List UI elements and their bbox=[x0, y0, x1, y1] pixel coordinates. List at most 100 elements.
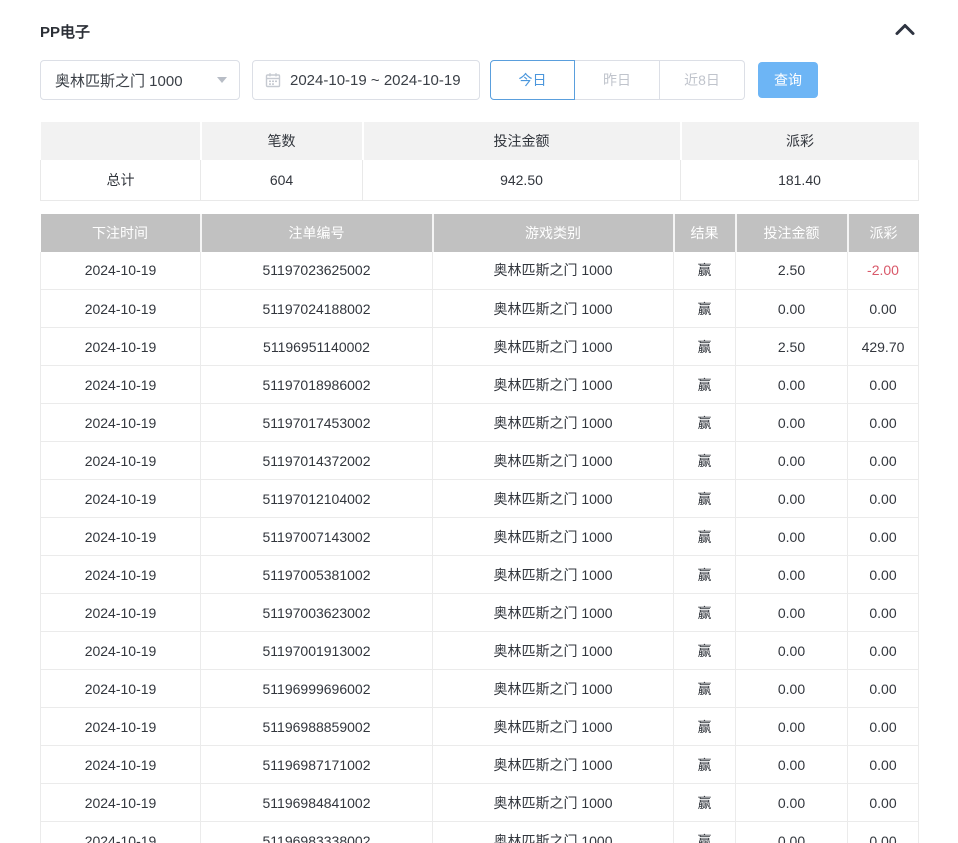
game-select[interactable]: 奥林匹斯之门 1000 bbox=[40, 60, 240, 100]
table-row: 2024-10-1951197003623002奥林匹斯之门 1000赢0.00… bbox=[41, 594, 919, 632]
summary-col-header-2: 投注金额 bbox=[363, 122, 681, 160]
payout-cell: 0.00 bbox=[848, 404, 919, 442]
game-type-cell: 奥林匹斯之门 1000 bbox=[433, 784, 674, 822]
bet-amount-cell: 0.00 bbox=[736, 404, 848, 442]
summary-header-row: 笔数投注金额派彩 bbox=[41, 122, 919, 160]
order-id-cell: 51197017453002 bbox=[201, 404, 433, 442]
payout-cell: 429.70 bbox=[848, 328, 919, 366]
result-cell: 赢 bbox=[674, 594, 736, 632]
pp-games-panel: PP电子 奥林匹斯之门 1000 bbox=[0, 0, 958, 843]
order-id-cell: 51197005381002 bbox=[201, 556, 433, 594]
bet-amount-cell: 2.50 bbox=[736, 328, 848, 366]
detail-col-header-4: 投注金额 bbox=[736, 214, 848, 252]
summary-table: 笔数投注金额派彩 总计604942.50181.40 bbox=[40, 122, 919, 201]
game-type-cell: 奥林匹斯之门 1000 bbox=[433, 366, 674, 404]
summary-col-header-1: 笔数 bbox=[201, 122, 363, 160]
result-cell: 赢 bbox=[674, 632, 736, 670]
game-type-cell: 奥林匹斯之门 1000 bbox=[433, 290, 674, 328]
table-row: 2024-10-1951196999696002奥林匹斯之门 1000赢0.00… bbox=[41, 670, 919, 708]
result-cell: 赢 bbox=[674, 670, 736, 708]
game-type-cell: 奥林匹斯之门 1000 bbox=[433, 594, 674, 632]
order-id-cell: 51196999696002 bbox=[201, 670, 433, 708]
table-row: 2024-10-1951197024188002奥林匹斯之门 1000赢0.00… bbox=[41, 290, 919, 328]
payout-cell: 0.00 bbox=[848, 670, 919, 708]
order-id-cell: 51196951140002 bbox=[201, 328, 433, 366]
order-id-cell: 51196987171002 bbox=[201, 746, 433, 784]
order-id-cell: 51197001913002 bbox=[201, 632, 433, 670]
date-range-input[interactable]: 2024-10-19 ~ 2024-10-19 bbox=[252, 60, 480, 100]
result-cell: 赢 bbox=[674, 404, 736, 442]
bet-time-cell: 2024-10-19 bbox=[41, 594, 201, 632]
detail-col-header-2: 游戏类别 bbox=[433, 214, 674, 252]
bet-amount-cell: 0.00 bbox=[736, 290, 848, 328]
order-id-cell: 51197023625002 bbox=[201, 252, 433, 290]
summary-col-header-0 bbox=[41, 122, 201, 160]
bet-amount-cell: 0.00 bbox=[736, 632, 848, 670]
result-cell: 赢 bbox=[674, 708, 736, 746]
result-cell: 赢 bbox=[674, 556, 736, 594]
payout-cell: -2.00 bbox=[848, 252, 919, 290]
query-button[interactable]: 查询 bbox=[758, 62, 818, 98]
calendar-icon bbox=[265, 72, 281, 88]
result-cell: 赢 bbox=[674, 366, 736, 404]
bet-time-cell: 2024-10-19 bbox=[41, 518, 201, 556]
bet-time-cell: 2024-10-19 bbox=[41, 746, 201, 784]
bet-amount-cell: 0.00 bbox=[736, 670, 848, 708]
detail-header-row: 下注时间注单编号游戏类别结果投注金额派彩 bbox=[41, 214, 919, 252]
game-type-cell: 奥林匹斯之门 1000 bbox=[433, 632, 674, 670]
result-cell: 赢 bbox=[674, 252, 736, 290]
quick-date-button-今日[interactable]: 今日 bbox=[490, 60, 575, 100]
order-id-cell: 51197003623002 bbox=[201, 594, 433, 632]
bet-time-cell: 2024-10-19 bbox=[41, 822, 201, 843]
bet-time-cell: 2024-10-19 bbox=[41, 670, 201, 708]
bet-amount-cell: 0.00 bbox=[736, 708, 848, 746]
payout-cell: 0.00 bbox=[848, 784, 919, 822]
order-id-cell: 51196984841002 bbox=[201, 784, 433, 822]
bet-time-cell: 2024-10-19 bbox=[41, 366, 201, 404]
bet-time-cell: 2024-10-19 bbox=[41, 708, 201, 746]
detail-col-header-1: 注单编号 bbox=[201, 214, 433, 252]
game-select-value: 奥林匹斯之门 1000 bbox=[55, 70, 183, 91]
bet-records-table: 下注时间注单编号游戏类别结果投注金额派彩 2024-10-19511970236… bbox=[40, 214, 919, 843]
game-type-cell: 奥林匹斯之门 1000 bbox=[433, 670, 674, 708]
bet-time-cell: 2024-10-19 bbox=[41, 290, 201, 328]
result-cell: 赢 bbox=[674, 290, 736, 328]
quick-date-button-昨日[interactable]: 昨日 bbox=[575, 60, 660, 100]
payout-cell: 0.00 bbox=[848, 518, 919, 556]
quick-date-button-近8日[interactable]: 近8日 bbox=[660, 60, 745, 100]
table-row: 2024-10-1951196951140002奥林匹斯之门 1000赢2.50… bbox=[41, 328, 919, 366]
order-id-cell: 51197007143002 bbox=[201, 518, 433, 556]
game-type-cell: 奥林匹斯之门 1000 bbox=[433, 442, 674, 480]
result-cell: 赢 bbox=[674, 480, 736, 518]
payout-cell: 0.00 bbox=[848, 594, 919, 632]
table-row: 2024-10-1951197007143002奥林匹斯之门 1000赢0.00… bbox=[41, 518, 919, 556]
summary-col-header-3: 派彩 bbox=[681, 122, 919, 160]
game-type-cell: 奥林匹斯之门 1000 bbox=[433, 556, 674, 594]
result-cell: 赢 bbox=[674, 518, 736, 556]
bet-time-cell: 2024-10-19 bbox=[41, 480, 201, 518]
date-range-value: 2024-10-19 ~ 2024-10-19 bbox=[290, 72, 461, 89]
summary-value-1: 604 bbox=[201, 160, 363, 200]
bet-amount-cell: 0.00 bbox=[736, 594, 848, 632]
game-type-cell: 奥林匹斯之门 1000 bbox=[433, 518, 674, 556]
payout-cell: 0.00 bbox=[848, 290, 919, 328]
table-row: 2024-10-1951197012104002奥林匹斯之门 1000赢0.00… bbox=[41, 480, 919, 518]
summary-value-3: 181.40 bbox=[681, 160, 919, 200]
bet-amount-cell: 2.50 bbox=[736, 252, 848, 290]
order-id-cell: 51197014372002 bbox=[201, 442, 433, 480]
payout-cell: 0.00 bbox=[848, 556, 919, 594]
table-row: 2024-10-1951197014372002奥林匹斯之门 1000赢0.00… bbox=[41, 442, 919, 480]
bet-amount-cell: 0.00 bbox=[736, 746, 848, 784]
bet-time-cell: 2024-10-19 bbox=[41, 404, 201, 442]
bet-time-cell: 2024-10-19 bbox=[41, 556, 201, 594]
order-id-cell: 51197018986002 bbox=[201, 366, 433, 404]
collapse-panel-button[interactable] bbox=[892, 22, 918, 40]
bet-amount-cell: 0.00 bbox=[736, 784, 848, 822]
order-id-cell: 51196983338002 bbox=[201, 822, 433, 843]
bet-time-cell: 2024-10-19 bbox=[41, 252, 201, 290]
table-row: 2024-10-1951196988859002奥林匹斯之门 1000赢0.00… bbox=[41, 708, 919, 746]
quick-date-button-group: 今日昨日近8日 bbox=[490, 60, 745, 100]
filter-bar: 奥林匹斯之门 1000 2024-10-19 ~ 2024-10-19 bbox=[40, 60, 918, 100]
payout-cell: 0.00 bbox=[848, 366, 919, 404]
bet-amount-cell: 0.00 bbox=[736, 518, 848, 556]
